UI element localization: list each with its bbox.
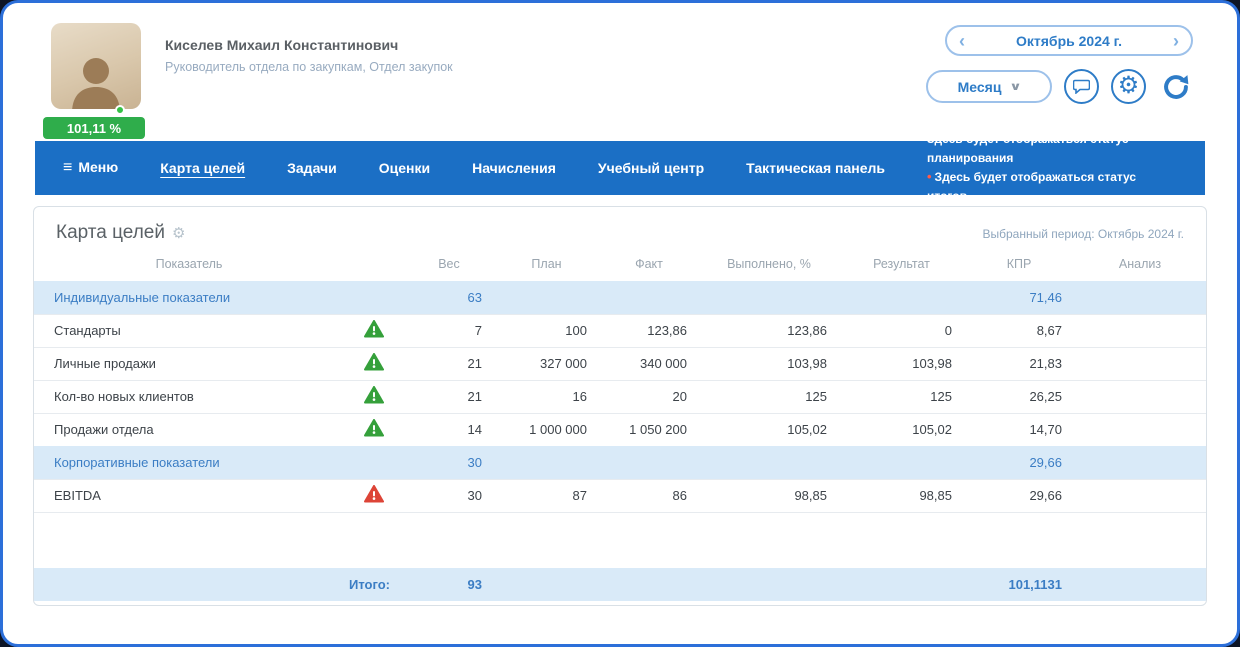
table-section-row[interactable]: Корпоративные показатели 30 29,66 [34,446,1206,479]
chat-icon [1073,79,1090,94]
results-status-line: Здесь будет отображаться статус итогов [927,170,1136,203]
settings-button[interactable]: ⚙ [1111,69,1146,104]
col-header-kpr: КПР [964,248,1074,281]
refresh-button[interactable] [1158,69,1193,104]
view-mode-select[interactable]: Месяц ∨ [926,70,1052,103]
col-header-weight: Вес [404,248,494,281]
period-selector[interactable]: ‹ Октябрь 2024 г. › [945,25,1193,56]
status-warning-icon [364,353,384,371]
status-warning-icon [364,419,384,437]
period-label: Октябрь 2024 г. [1016,33,1122,49]
user-name: Киселев Михаил Константинович [165,37,453,53]
refresh-icon [1162,73,1190,101]
gear-icon: ⚙ [1118,74,1140,98]
period-prev-button[interactable]: ‹ [959,32,965,50]
table-spacer [34,512,1206,568]
page-title: Карта целей [56,222,165,244]
top-header: 101,11 % Киселев Михаил Константинович Р… [3,3,1237,141]
col-header-fact: Факт [599,248,699,281]
tab-goal-map[interactable]: Карта целей [160,160,245,176]
chevron-down-icon: ∨ [1010,80,1023,93]
table-row[interactable]: Стандарты 7 100 123,86 123,86 0 8,67 [34,314,1206,347]
comments-button[interactable] [1064,69,1099,104]
menu-button[interactable]: ≡Меню [63,159,118,177]
table-header-row: Показатель Вес План Факт Выполнено, % Ре… [34,248,1206,281]
total-kpr: 101,1131 [964,568,1074,601]
person-silhouette-icon [64,49,128,109]
user-role: Руководитель отдела по закупкам, Отдел з… [165,60,453,74]
table-row[interactable]: EBITDA 30 87 86 98,85 98,85 29,66 [34,479,1206,512]
table-row[interactable]: Продажи отдела 14 1 000 000 1 050 200 10… [34,413,1206,446]
table-total-row: Итого: 93 101,1131 [34,568,1206,601]
tab-learning-center[interactable]: Учебный центр [598,160,704,176]
app-window: 101,11 % Киселев Михаил Константинович Р… [0,0,1240,647]
planning-status-line: Здесь будет отображаться статус планиров… [927,130,1177,167]
table-section-row[interactable]: Индивидуальные показатели 63 71,46 [34,281,1206,314]
avatar [51,23,141,109]
total-weight: 93 [404,568,494,601]
status-warning-icon [364,386,384,404]
tab-tactical-panel[interactable]: Тактическая панель [746,160,885,176]
table-row[interactable]: Кол-во новых клиентов 21 16 20 125 125 2… [34,380,1206,413]
user-block: 101,11 % Киселев Михаил Константинович Р… [47,23,453,141]
selected-period-label: Выбранный период: Октябрь 2024 г. [982,227,1184,241]
col-header-indicator: Показатель [34,248,344,281]
col-header-result: Результат [839,248,964,281]
col-header-analysis: Анализ [1074,248,1206,281]
main-navbar: ≡Меню Карта целей Задачи Оценки Начислен… [35,141,1205,195]
score-badge: 101,11 % [43,117,145,139]
period-next-button[interactable]: › [1173,32,1179,50]
planning-status-block: Здесь будет отображаться статус планиров… [927,130,1177,206]
col-header-completed: Выполнено, % [699,248,839,281]
status-warning-icon [364,485,384,503]
goal-map-card: Карта целей ⚙ Выбранный период: Октябрь … [33,206,1207,606]
table-row[interactable]: Личные продажи 21 327 000 340 000 103,98… [34,347,1206,380]
top-controls: ‹ Октябрь 2024 г. › Месяц ∨ ⚙ [926,23,1193,141]
total-label: Итого: [34,568,404,601]
tab-assessments[interactable]: Оценки [379,160,430,176]
card-settings-icon[interactable]: ⚙ [172,224,185,242]
tab-tasks[interactable]: Задачи [287,160,337,176]
goal-map-table: Показатель Вес План Факт Выполнено, % Ре… [34,248,1206,601]
status-warning-icon [364,320,384,338]
col-header-plan: План [494,248,599,281]
tab-accruals[interactable]: Начисления [472,160,556,176]
view-mode-value: Месяц [958,79,1002,95]
red-dot-icon: • [927,169,932,184]
online-status-dot [115,105,125,115]
hamburger-icon: ≡ [63,159,72,176]
